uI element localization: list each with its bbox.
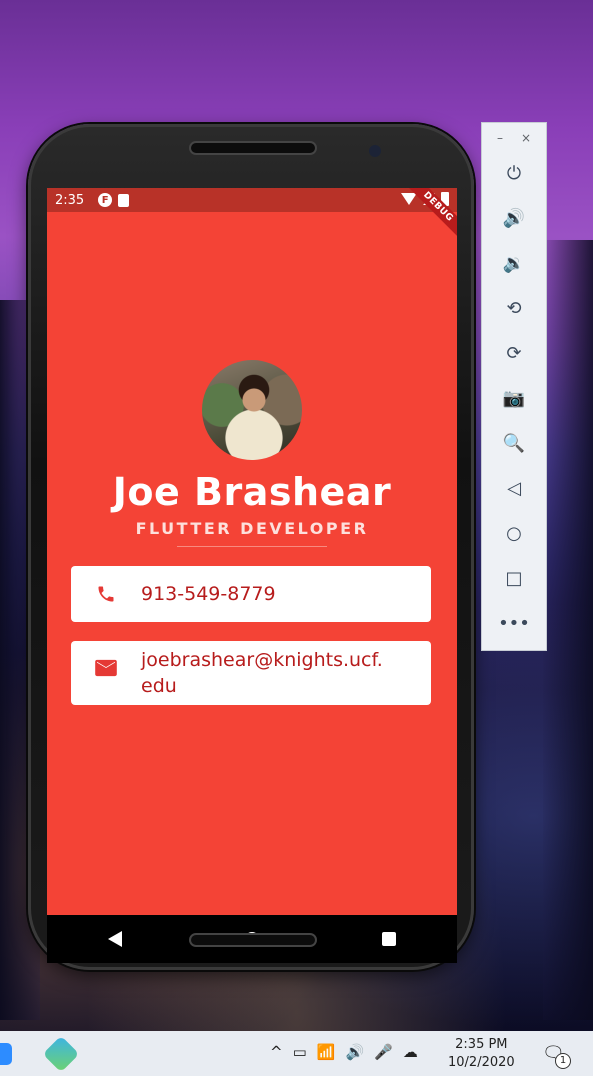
volume-tray-icon[interactable]: 🔊 bbox=[345, 1043, 364, 1061]
system-tray: ^ ▭ 📶 🔊 🎤 ☁ bbox=[270, 1043, 418, 1061]
microphone-tray-icon[interactable]: 🎤 bbox=[374, 1043, 393, 1061]
status-time: 2:35 bbox=[55, 192, 85, 208]
show-hidden-icons[interactable]: ^ bbox=[270, 1043, 283, 1061]
nav-back-button[interactable] bbox=[108, 931, 123, 947]
back-icon[interactable]: ◁ bbox=[482, 466, 546, 511]
emulator-window-controls: – × bbox=[482, 123, 546, 151]
notification-count: 1 bbox=[555, 1053, 571, 1069]
nav-recents-button[interactable] bbox=[381, 932, 396, 946]
network-tray-icon[interactable]: 📶 bbox=[317, 1043, 336, 1061]
home-icon[interactable]: ○ bbox=[482, 511, 546, 556]
emulator-toolbar: – × ⏻ 🔊 🔉 ⟲ ⟳ 📷 🔍 ◁ ○ □ ••• bbox=[481, 122, 547, 651]
close-button[interactable]: × bbox=[521, 131, 531, 145]
email-card[interactable]: joebrashear@knights.ucf.edu bbox=[71, 641, 431, 705]
email-address: joebrashear@knights.ucf.edu bbox=[141, 649, 383, 697]
minimize-button[interactable]: – bbox=[497, 131, 503, 145]
phone-icon bbox=[71, 566, 141, 604]
phone-card[interactable]: 913-549-8779 bbox=[71, 566, 431, 622]
profile-name: Joe Brashear bbox=[112, 470, 392, 514]
title-divider bbox=[177, 546, 327, 547]
volume-down-icon[interactable]: 🔉 bbox=[482, 241, 546, 286]
app-screen[interactable]: 2:35 F DEBUG Joe Brashear FLUTTER DEVELO… bbox=[47, 188, 457, 915]
volume-up-icon[interactable]: 🔊 bbox=[482, 196, 546, 241]
phone-camera bbox=[369, 145, 381, 157]
taskbar-clock[interactable]: 2:35 PM 10/2/2020 bbox=[448, 1036, 515, 1072]
zoom-app-icon[interactable] bbox=[0, 1043, 12, 1065]
flutter-icon: F bbox=[98, 193, 113, 207]
wallpaper-bridge-right bbox=[543, 240, 593, 1020]
wifi-icon bbox=[401, 193, 417, 205]
rotate-right-icon[interactable]: ⟳ bbox=[482, 331, 546, 376]
email-icon bbox=[71, 641, 141, 677]
overview-icon[interactable]: □ bbox=[482, 556, 546, 601]
android-studio-icon[interactable] bbox=[42, 1035, 80, 1073]
rotate-left-icon[interactable]: ⟲ bbox=[482, 286, 546, 331]
camera-icon[interactable]: 📷 bbox=[482, 376, 546, 421]
phone-speaker-bottom bbox=[189, 933, 317, 947]
phone-number: 913-549-8779 bbox=[141, 583, 276, 605]
zoom-icon[interactable]: 🔍 bbox=[482, 421, 546, 466]
battery-tray-icon[interactable]: ▭ bbox=[293, 1043, 307, 1061]
taskbar-date: 10/2/2020 bbox=[448, 1055, 515, 1070]
sd-card-icon bbox=[118, 193, 130, 207]
onedrive-tray-icon[interactable]: ☁ bbox=[403, 1043, 418, 1061]
power-icon[interactable]: ⏻ bbox=[482, 151, 546, 196]
profile-avatar bbox=[202, 360, 302, 460]
emulator-phone-frame: 2:35 F DEBUG Joe Brashear FLUTTER DEVELO… bbox=[28, 124, 474, 970]
profile-title: FLUTTER DEVELOPER bbox=[135, 519, 369, 538]
taskbar-time: 2:35 PM bbox=[455, 1037, 508, 1052]
status-bar: 2:35 F DEBUG bbox=[47, 188, 457, 244]
more-icon[interactable]: ••• bbox=[482, 601, 546, 646]
phone-speaker-top bbox=[189, 141, 317, 155]
windows-taskbar: ^ ▭ 📶 🔊 🎤 ☁ 2:35 PM 10/2/2020 🗨 1 bbox=[0, 1031, 593, 1076]
